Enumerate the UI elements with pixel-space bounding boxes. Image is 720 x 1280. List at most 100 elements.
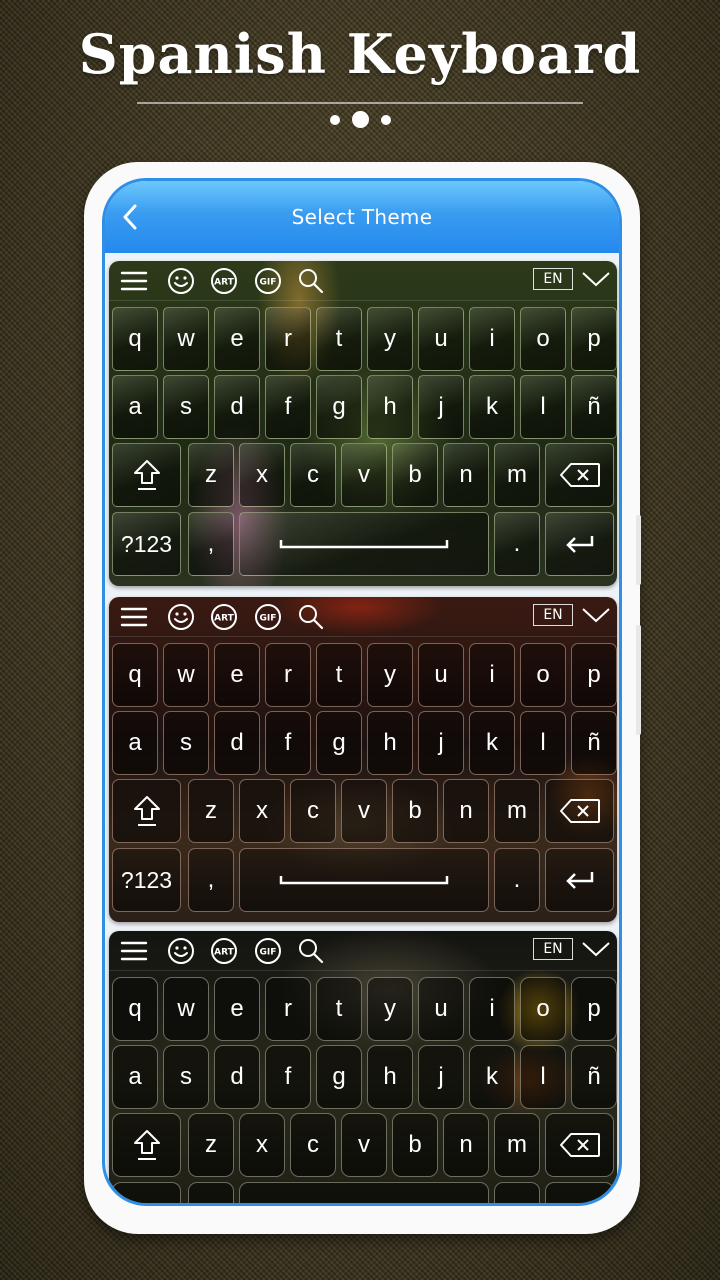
key-g[interactable]: g (316, 711, 362, 775)
key-n[interactable]: n (443, 443, 489, 507)
emoji-icon[interactable] (167, 604, 195, 630)
key-d[interactable]: d (214, 711, 260, 775)
key-l[interactable]: l (520, 1045, 566, 1109)
period-key[interactable]: . (494, 512, 540, 576)
key-s[interactable]: s (163, 711, 209, 775)
key-n[interactable]: n (443, 1113, 489, 1177)
shift-key[interactable] (112, 1113, 181, 1177)
key-r[interactable]: r (265, 643, 311, 707)
key-f[interactable]: f (265, 1045, 311, 1109)
key-m[interactable]: m (494, 1113, 540, 1177)
comma-key[interactable]: , (188, 512, 234, 576)
key-g[interactable]: g (316, 375, 362, 439)
collapse-keyboard-button[interactable] (581, 267, 611, 291)
menu-icon[interactable] (119, 604, 149, 630)
collapse-keyboard-button[interactable] (581, 937, 611, 961)
key-q[interactable]: q (112, 307, 158, 371)
keyboard-theme-preview-1[interactable]: ART GIF EN q w e r t y u i o p a s d f g h j k l ñ z x c v b n m ?1… (109, 261, 617, 586)
enter-key[interactable] (545, 512, 614, 576)
backspace-key[interactable] (545, 779, 614, 843)
key-w[interactable]: w (163, 977, 209, 1041)
key-j[interactable]: j (418, 1045, 464, 1109)
language-button[interactable]: EN (533, 268, 573, 290)
key-e[interactable]: e (214, 307, 260, 371)
symbols-key[interactable]: ?123 (112, 848, 181, 912)
key-k[interactable]: k (469, 711, 515, 775)
comma-key[interactable]: , (188, 1182, 234, 1203)
key-e[interactable]: e (214, 977, 260, 1041)
key-j[interactable]: j (418, 711, 464, 775)
gif-icon[interactable]: GIF (254, 604, 282, 630)
key-n[interactable]: n (443, 779, 489, 843)
language-button[interactable]: EN (533, 604, 573, 626)
key-s[interactable]: s (163, 1045, 209, 1109)
symbols-key[interactable]: ?123 (112, 512, 181, 576)
back-button[interactable] (115, 199, 145, 235)
key-h[interactable]: h (367, 375, 413, 439)
key-e[interactable]: e (214, 643, 260, 707)
enter-key[interactable] (545, 1182, 614, 1203)
key-k[interactable]: k (469, 375, 515, 439)
space-key[interactable] (239, 512, 489, 576)
shift-key[interactable] (112, 779, 181, 843)
key-h[interactable]: h (367, 711, 413, 775)
key-x[interactable]: x (239, 1113, 285, 1177)
key-r[interactable]: r (265, 307, 311, 371)
key-g[interactable]: g (316, 1045, 362, 1109)
art-icon[interactable]: ART (210, 268, 238, 294)
art-icon[interactable]: ART (210, 938, 238, 964)
key-o[interactable]: o (520, 307, 566, 371)
key-l[interactable]: l (520, 711, 566, 775)
language-button[interactable]: EN (533, 938, 573, 960)
key-o[interactable]: o (520, 977, 566, 1041)
key-o[interactable]: o (520, 643, 566, 707)
key-u[interactable]: u (418, 977, 464, 1041)
backspace-key[interactable] (545, 1113, 614, 1177)
key-z[interactable]: z (188, 779, 234, 843)
key-a[interactable]: a (112, 375, 158, 439)
search-icon[interactable] (297, 604, 325, 630)
backspace-key[interactable] (545, 443, 614, 507)
search-icon[interactable] (297, 268, 325, 294)
key-u[interactable]: u (418, 643, 464, 707)
key-l[interactable]: l (520, 375, 566, 439)
key-z[interactable]: z (188, 1113, 234, 1177)
gif-icon[interactable]: GIF (254, 938, 282, 964)
gif-icon[interactable]: GIF (254, 268, 282, 294)
key-i[interactable]: i (469, 977, 515, 1041)
key-p[interactable]: p (571, 307, 617, 371)
key-q[interactable]: q (112, 977, 158, 1041)
key-v[interactable]: v (341, 1113, 387, 1177)
key-q[interactable]: q (112, 643, 158, 707)
comma-key[interactable]: , (188, 848, 234, 912)
enter-key[interactable] (545, 848, 614, 912)
emoji-icon[interactable] (167, 938, 195, 964)
key-f[interactable]: f (265, 711, 311, 775)
key-a[interactable]: a (112, 1045, 158, 1109)
period-key[interactable]: . (494, 1182, 540, 1203)
period-key[interactable]: . (494, 848, 540, 912)
key-r[interactable]: r (265, 977, 311, 1041)
key-t[interactable]: t (316, 307, 362, 371)
key-s[interactable]: s (163, 375, 209, 439)
key-p[interactable]: p (571, 643, 617, 707)
key-b[interactable]: b (392, 443, 438, 507)
key-y[interactable]: y (367, 977, 413, 1041)
keyboard-theme-preview-3[interactable]: ART GIF EN qwertyuiop asdfghjklñ zxcvbnm ?1… (109, 931, 617, 1203)
key-w[interactable]: w (163, 307, 209, 371)
key-x[interactable]: x (239, 443, 285, 507)
key-t[interactable]: t (316, 977, 362, 1041)
key-x[interactable]: x (239, 779, 285, 843)
key-m[interactable]: m (494, 779, 540, 843)
key-ñ[interactable]: ñ (571, 375, 617, 439)
key-ñ[interactable]: ñ (571, 711, 617, 775)
key-p[interactable]: p (571, 977, 617, 1041)
key-y[interactable]: y (367, 643, 413, 707)
key-h[interactable]: h (367, 1045, 413, 1109)
symbols-key[interactable]: ?123 (112, 1182, 181, 1203)
key-d[interactable]: d (214, 375, 260, 439)
key-c[interactable]: c (290, 779, 336, 843)
search-icon[interactable] (297, 938, 325, 964)
key-b[interactable]: b (392, 1113, 438, 1177)
key-v[interactable]: v (341, 443, 387, 507)
